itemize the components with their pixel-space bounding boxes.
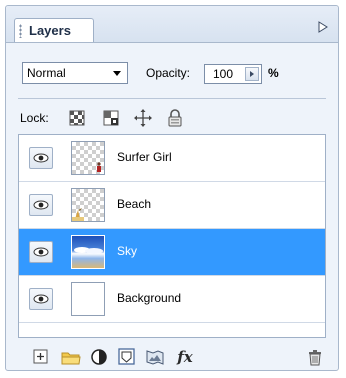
lock-transparent-pixels-icon[interactable]	[66, 107, 88, 129]
layer-thumbnail	[71, 141, 105, 175]
lock-image-pixels-icon[interactable]	[100, 107, 122, 129]
opacity-input[interactable]: 100	[204, 64, 262, 84]
layer-name: Beach	[117, 197, 152, 211]
opacity-spin-icon[interactable]	[245, 67, 259, 81]
layers-toolbar: fx	[18, 346, 326, 370]
layer-thumbnail	[71, 235, 105, 269]
blend-row: Normal Opacity: 100 %	[18, 62, 326, 90]
opacity-unit: %	[268, 66, 279, 80]
tab-layers[interactable]: Layers	[14, 18, 94, 42]
layer-name: Background	[117, 291, 182, 305]
tab-layers-label: Layers	[29, 23, 71, 38]
blend-mode-select[interactable]: Normal	[22, 62, 128, 84]
layers-list[interactable]: Surfer Girl Beach Sky Background	[18, 134, 326, 338]
new-layer-icon[interactable]	[30, 346, 52, 368]
blend-mode-value: Normal	[27, 66, 66, 80]
layer-mask-icon[interactable]	[116, 346, 138, 368]
layer-row-beach[interactable]: Beach	[19, 182, 325, 229]
layer-thumbnail	[71, 282, 105, 316]
panel-tabstrip: Layers	[6, 6, 338, 43]
layer-name: Sky	[117, 244, 138, 258]
layer-row-sky[interactable]: Sky	[19, 229, 325, 276]
fx-icon[interactable]: fx	[174, 346, 196, 368]
layer-style-icon[interactable]	[144, 346, 166, 368]
lock-position-icon[interactable]	[132, 107, 154, 129]
adjustment-layer-icon[interactable]	[88, 346, 110, 368]
eye-icon[interactable]	[29, 147, 53, 169]
layer-thumbnail	[71, 188, 105, 222]
layer-row-surfer-girl[interactable]: Surfer Girl	[19, 135, 325, 182]
layer-name: Surfer Girl	[117, 150, 172, 164]
lock-row: Lock:	[20, 107, 326, 131]
layer-row-background[interactable]: Background	[19, 276, 325, 323]
eye-icon[interactable]	[29, 288, 53, 310]
new-group-icon[interactable]	[60, 346, 82, 368]
triangle-right-icon[interactable]	[316, 20, 330, 34]
divider	[18, 98, 326, 99]
chevron-down-icon	[113, 71, 121, 76]
opacity-label: Opacity:	[146, 66, 191, 80]
eye-icon[interactable]	[29, 241, 53, 263]
grip-icon[interactable]	[19, 24, 22, 38]
delete-layer-icon[interactable]	[304, 346, 326, 368]
lock-all-icon[interactable]	[164, 107, 186, 129]
opacity-value: 100	[213, 67, 234, 81]
eye-icon[interactable]	[29, 194, 53, 216]
lock-label: Lock:	[20, 111, 49, 125]
layers-panel: Layers Normal Opacity: 100 % Lock: Surfe…	[5, 5, 339, 371]
